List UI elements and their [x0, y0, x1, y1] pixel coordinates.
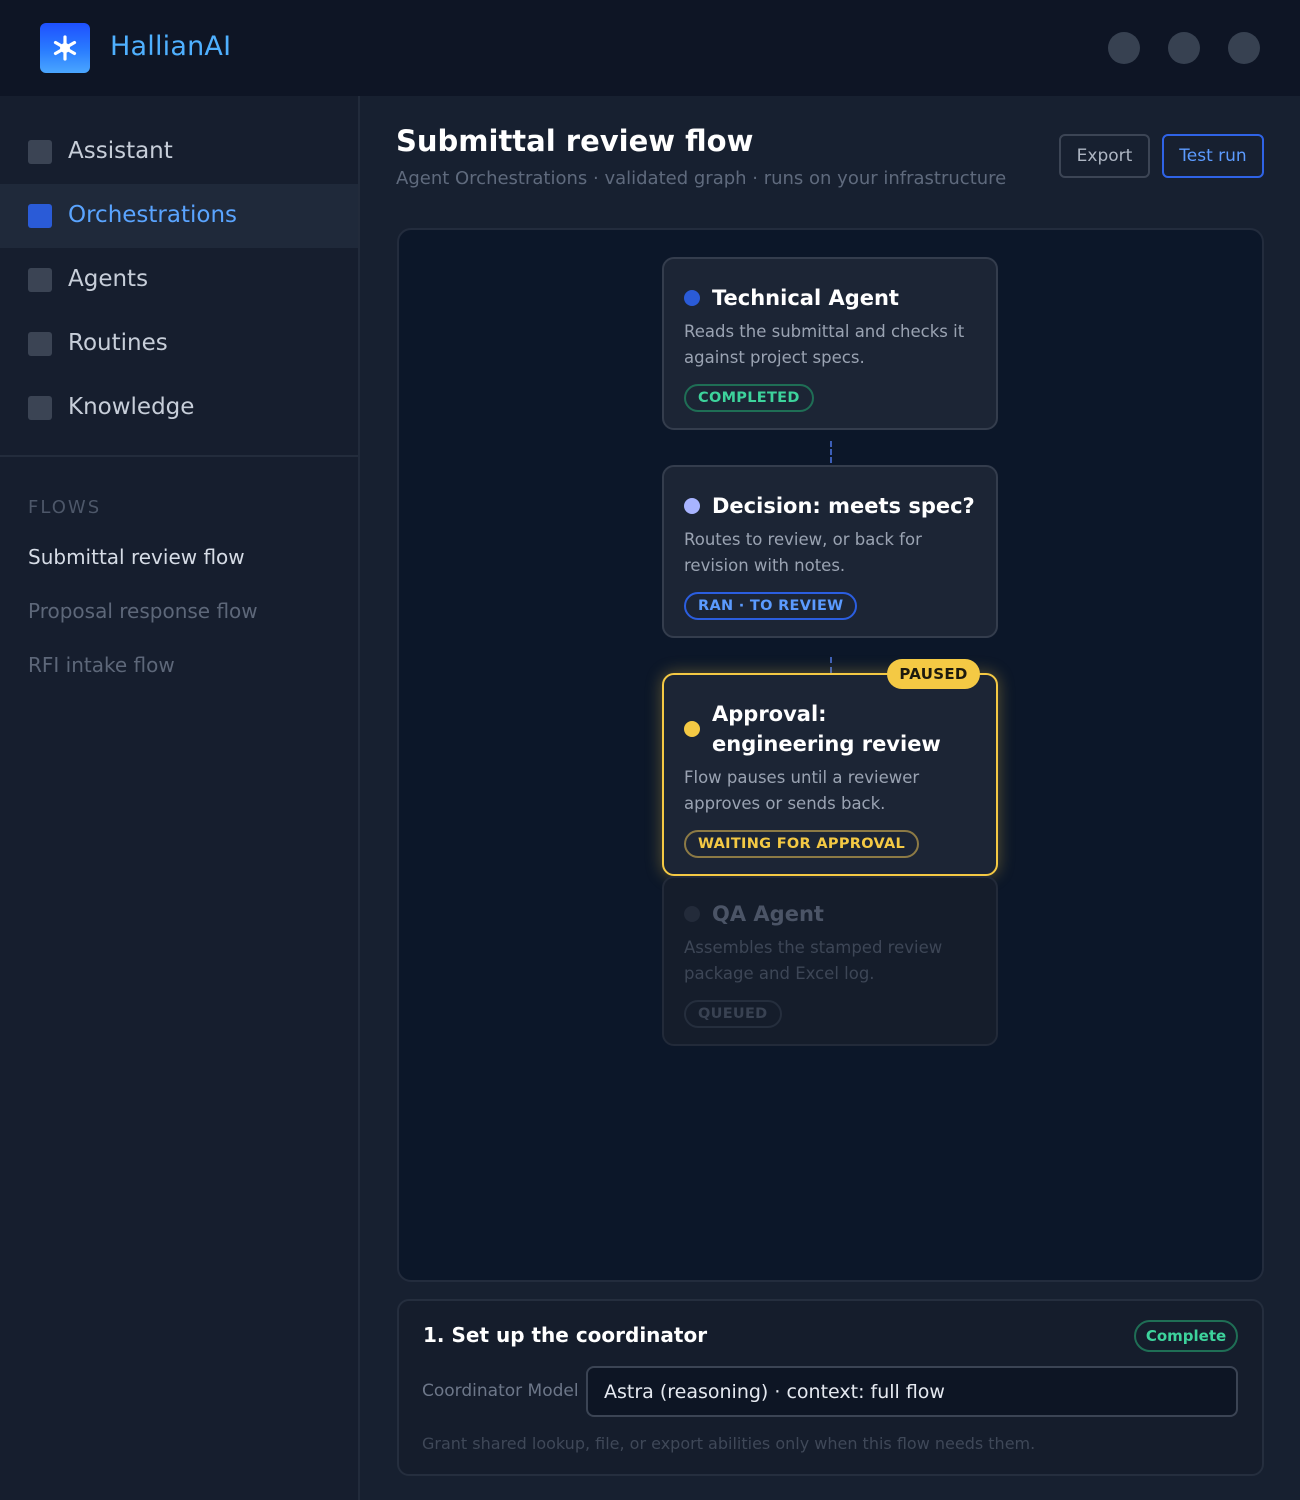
page-title: Submittal review flow: [396, 124, 754, 158]
routines-icon: [28, 332, 52, 356]
node-description: Flow pauses until a reviewer approves or…: [684, 768, 920, 813]
export-button[interactable]: Export: [1059, 134, 1150, 178]
asterisk-icon: [53, 35, 77, 61]
node-title: Decision: meets spec?: [712, 494, 975, 518]
flow-link-submittal-review[interactable]: Submittal review flow: [28, 545, 245, 569]
sidebar-separator: [0, 455, 358, 457]
app-logo[interactable]: [40, 23, 90, 73]
status-dot: [684, 498, 700, 514]
notifications-icon[interactable]: [1108, 32, 1140, 64]
sidebar-item-orchestrations[interactable]: Orchestrations: [0, 184, 358, 248]
user-avatar[interactable]: [1228, 32, 1260, 64]
node-title: Technical Agent: [712, 286, 899, 310]
coordinator-model-field[interactable]: [586, 1366, 1238, 1417]
sidebar-item-label: Orchestrations: [68, 202, 238, 228]
sidebar-item-label: Routines: [68, 330, 168, 356]
flow-node-qa-agent[interactable]: QA Agent Assembles the stamped review pa…: [662, 876, 998, 1046]
connector-line: [830, 441, 832, 463]
sidebar-item-assistant[interactable]: Assistant: [0, 120, 358, 184]
node-title: QA Agent: [712, 902, 824, 926]
node-description: Reads the submittal and checks it agains…: [684, 322, 965, 367]
connector-line: [830, 657, 832, 673]
status-badge: COMPLETED: [684, 384, 814, 412]
status-badge: WAITING FOR APPROVAL: [684, 830, 920, 858]
node-description: Assembles the stamped review package and…: [684, 938, 943, 983]
assistant-icon: [28, 140, 52, 164]
flows-heading: FLOWS: [28, 497, 102, 518]
flow-node-technical-agent[interactable]: Technical Agent Reads the submittal and …: [662, 257, 998, 430]
test-run-button[interactable]: Test run: [1162, 134, 1264, 178]
status-badge: QUEUED: [684, 1000, 782, 1028]
flow-link-proposal-response[interactable]: Proposal response flow: [28, 599, 258, 623]
brand-name: HallianAI: [110, 31, 232, 62]
paused-tag: PAUSED: [887, 659, 980, 689]
status-dot: [684, 721, 700, 737]
node-description: Routes to review, or back for revision w…: [684, 530, 922, 575]
status-badge: Complete: [1134, 1320, 1238, 1352]
settings-icon[interactable]: [1168, 32, 1200, 64]
flow-node-decision[interactable]: Decision: meets spec? Routes to review, …: [662, 465, 998, 638]
status-dot: [684, 906, 700, 922]
setup-step-title: 1. Set up the coordinator: [423, 1323, 708, 1347]
sidebar-item-label: Assistant: [68, 138, 173, 164]
flow-node-approval[interactable]: Approval: engineering review Flow pauses…: [662, 673, 998, 876]
sidebar-item-label: Agents: [68, 266, 149, 292]
node-title: Approval: engineering review: [712, 702, 941, 756]
setup-hint: Grant shared lookup, file, or export abi…: [422, 1434, 1036, 1453]
sidebar-item-label: Knowledge: [68, 394, 195, 420]
sidebar-item-agents[interactable]: Agents: [0, 248, 358, 312]
page-subtitle: Agent Orchestrations · validated graph ·…: [396, 168, 1007, 189]
flow-link-rfi-intake[interactable]: RFI intake flow: [28, 653, 175, 677]
coordinator-model-label: Coordinator Model: [422, 1381, 579, 1401]
agents-icon: [28, 268, 52, 292]
orchestrations-icon: [28, 204, 52, 228]
sidebar-item-routines[interactable]: Routines: [0, 312, 358, 376]
knowledge-icon: [28, 396, 52, 420]
status-badge: RAN · TO REVIEW: [684, 592, 858, 620]
sidebar-item-knowledge[interactable]: Knowledge: [0, 376, 358, 440]
status-dot: [684, 290, 700, 306]
